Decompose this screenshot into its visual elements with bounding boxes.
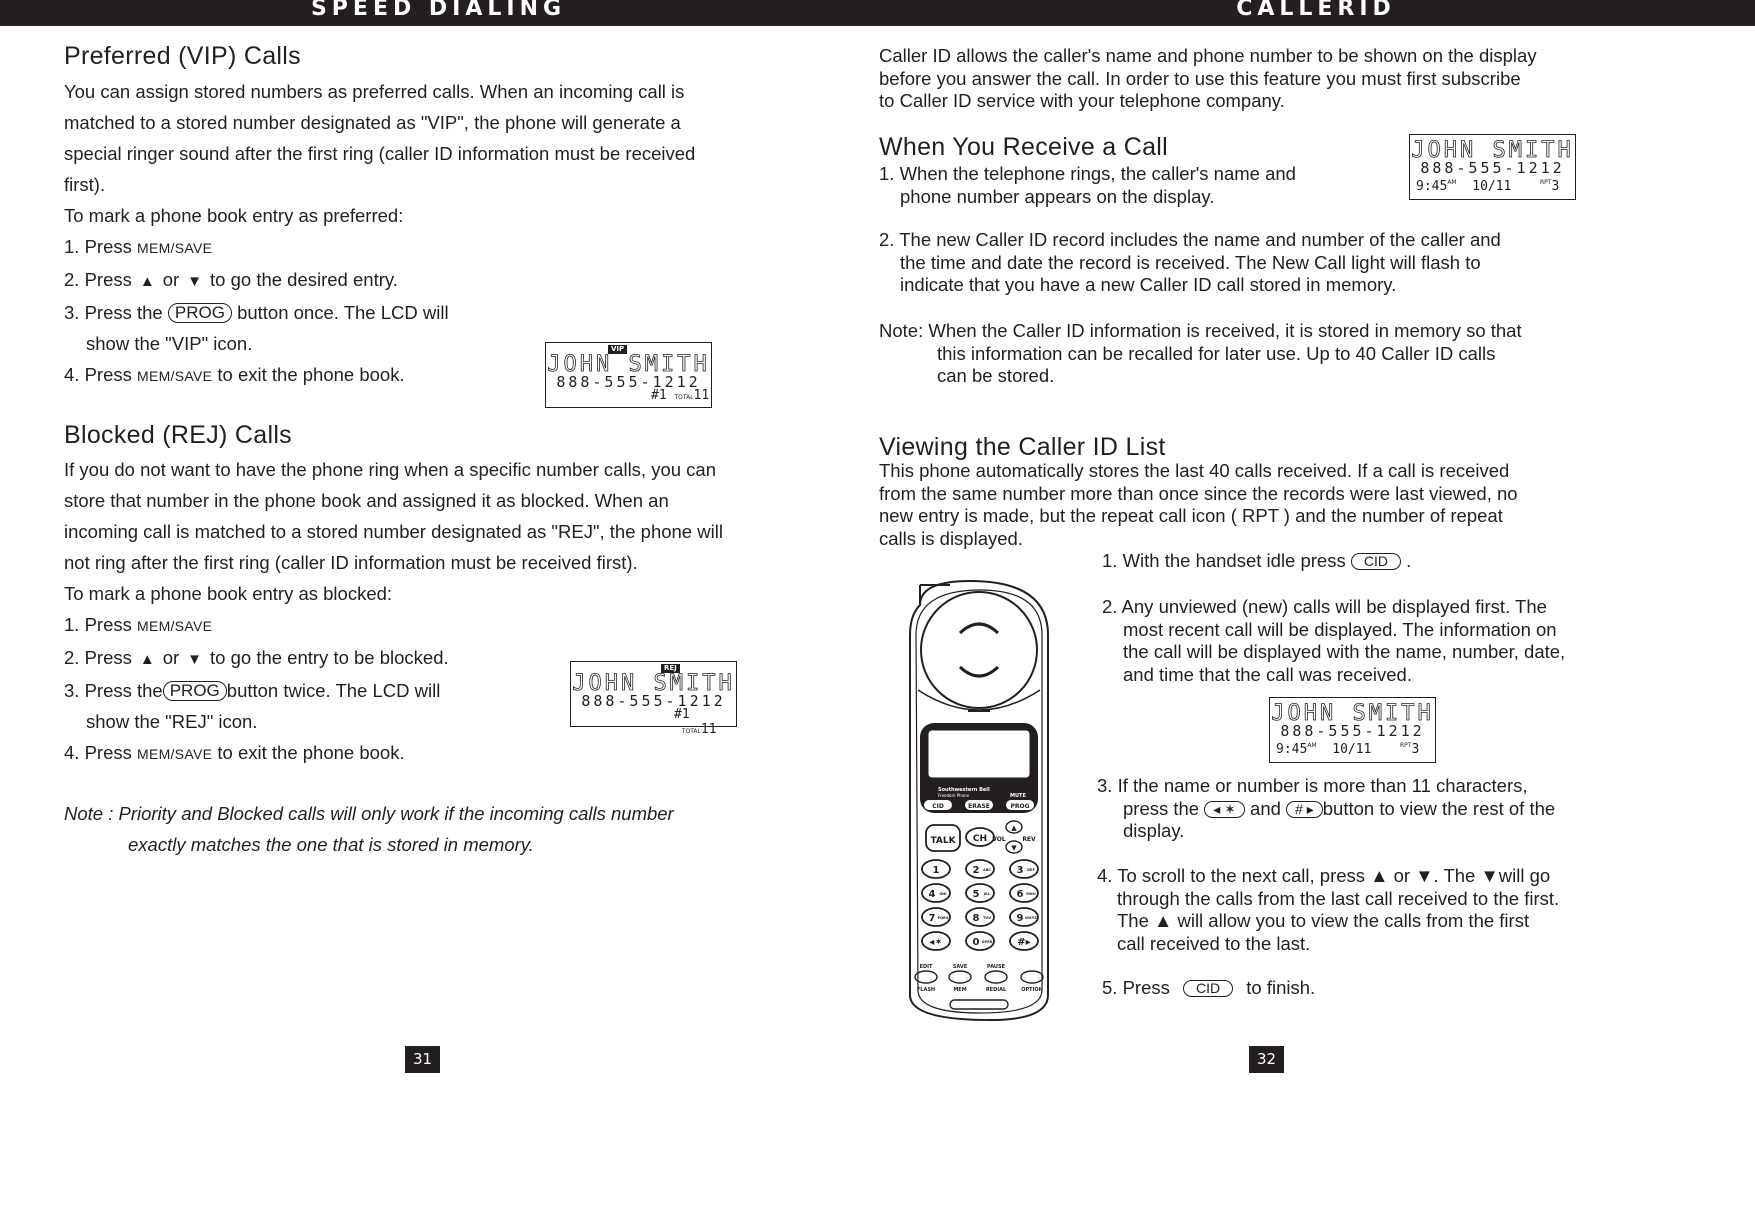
lcd-number: 888-555-1212 xyxy=(1280,722,1425,740)
receive-step-1: 1. When the telephone rings, the caller'… xyxy=(879,163,1296,207)
model-label: Freedom Phone xyxy=(938,793,970,798)
microphone-icon xyxy=(949,999,1009,1010)
keypad-digit: 1 xyxy=(933,865,940,876)
keypad-letters: MNO xyxy=(1026,892,1035,896)
vip-step-1: 1. Press MEM/SAVE xyxy=(64,236,213,257)
keypad-letters: OPER xyxy=(982,940,993,944)
rej-intro: To mark a phone book entry as blocked: xyxy=(64,583,393,604)
function-key-top-label: PAUSE xyxy=(987,964,1006,970)
prog-key: PROG xyxy=(162,681,227,701)
mute-label: MUTE xyxy=(1010,793,1026,799)
keypad-digit: 2 xyxy=(973,865,980,876)
keypad-digit: ◂✶ xyxy=(929,937,942,948)
function-key xyxy=(984,970,1008,984)
lcd-display-rej: REJ JOHN SMITH 888-555-1212 #1 TOTAL11 xyxy=(570,661,737,737)
keypad-letters: PQRS xyxy=(938,916,949,920)
lcd-repeat-count: RPT3 xyxy=(1400,742,1420,757)
keypad-digit: 4 xyxy=(929,889,936,900)
priority-blocked-note: Note : Priority and Blocked calls will o… xyxy=(64,803,674,855)
viewing-description: This phone automatically stores the last… xyxy=(879,460,1518,549)
mem-save-key: MEM/SAVE xyxy=(137,240,213,256)
lcd-time-date: 9:45AM 10/11 xyxy=(1416,179,1512,194)
keypad-letters: DEF xyxy=(1027,868,1035,872)
up-arrow-icon: ▲ xyxy=(139,273,155,290)
keypad-digit: 8 xyxy=(973,913,980,924)
viewing-step-1: 1. With the handset idle press CID . xyxy=(1102,550,1412,571)
cid-key: CID xyxy=(1183,980,1234,997)
talk-label: TALK xyxy=(930,836,956,846)
rej-step-1: 1. Press MEM/SAVE xyxy=(64,614,213,635)
softkey-label: ERASE xyxy=(968,803,990,810)
handset-illustration: Southwestern Bell Freedom Phone MUTE CID… xyxy=(909,579,1049,1022)
viewing-step-2: 2. Any unviewed (new) calls will be disp… xyxy=(1102,596,1566,685)
softkey-label: CID xyxy=(932,803,944,810)
viewing-step-4: 4. To scroll to the next call, press ▲ o… xyxy=(1097,865,1560,954)
lcd-display-list: JOHN SMITH 888-555-1212 9:45AM 10/11 RPT… xyxy=(1269,697,1436,763)
vip-step-2: 2. Press ▲ or ▼ to go the desired entry. xyxy=(64,264,695,297)
lcd-time-date: 9:45AM 10/11 xyxy=(1276,742,1372,757)
display-screen xyxy=(927,729,1031,779)
receive-note: Note: When the Caller ID information is … xyxy=(879,320,1522,386)
caller-id-intro: Caller ID allows the caller's name and p… xyxy=(879,45,1537,111)
function-key-bottom-label: FLASH xyxy=(917,987,935,993)
mem-save-key: MEM/SAVE xyxy=(137,368,213,384)
rej-heading: Blocked (REJ) Calls xyxy=(64,421,292,449)
up-arrow-icon: ▲ xyxy=(1011,824,1017,832)
function-key-bottom-label: MEM xyxy=(953,987,966,993)
section-title-caller-id: CALLERID xyxy=(1236,0,1396,21)
page-number-left: 31 xyxy=(405,1046,440,1073)
down-arrow-icon: ▼ xyxy=(1011,844,1017,852)
lcd-entry-index: #1 TOTAL11 xyxy=(674,707,717,737)
function-key xyxy=(948,970,972,984)
rej-step-4: 4. Press MEM/SAVE to exit the phone book… xyxy=(64,742,405,763)
keypad-letters: JKL xyxy=(983,892,991,896)
section-title-speed-dialing: SPEED DIALING xyxy=(310,0,567,21)
keypad-digit: 0 xyxy=(973,937,980,948)
keypad-letters: GHI xyxy=(939,892,946,896)
down-arrow-icon: ▼ xyxy=(187,273,203,290)
lcd-display-vip: VIP JOHN SMITH 888-555-1212 #1 TOTAL11 xyxy=(545,342,712,408)
vip-step-3: 3. Press the PROG button once. The LCD w… xyxy=(64,302,449,323)
function-key-bottom-label: REDIAL xyxy=(986,987,1007,993)
softkey-label: PROG xyxy=(1010,803,1029,810)
keypad-digit: 5 xyxy=(973,889,980,900)
vip-heading: Preferred (VIP) Calls xyxy=(64,42,301,70)
function-key xyxy=(1020,970,1044,984)
viewing-step-5: 5. Press CID to finish. xyxy=(1102,977,1316,998)
right-hash-key: # ▸ xyxy=(1286,800,1323,818)
earpiece-icon xyxy=(920,591,1038,709)
keypad-digit: 3 xyxy=(1017,865,1024,876)
receive-call-heading: When You Receive a Call xyxy=(879,133,1169,161)
keypad-digit: 7 xyxy=(929,913,936,924)
keypad-digit: #▸ xyxy=(1017,937,1030,948)
lcd-number: 888-555-1212 xyxy=(1420,159,1565,177)
ch-label: CH xyxy=(973,834,987,844)
keypad-digit: 6 xyxy=(1017,889,1024,900)
keypad-letters: ABC xyxy=(983,868,991,872)
left-star-key: ◂ ✶ xyxy=(1204,800,1245,818)
rev-label: REV xyxy=(1022,836,1036,843)
mem-save-key: MEM/SAVE xyxy=(137,746,213,762)
page-number-right: 32 xyxy=(1249,1046,1284,1073)
function-key-bottom-label: OPTION xyxy=(1021,987,1043,993)
viewing-step-3: 3. If the name or number is more than 11… xyxy=(1097,775,1556,841)
cid-key: CID xyxy=(1350,553,1401,570)
prog-key: PROG xyxy=(167,303,232,323)
up-arrow-icon: ▲ xyxy=(139,651,155,668)
function-key-top-label: SAVE xyxy=(953,964,968,970)
keypad-letters: TUV xyxy=(983,916,991,920)
receive-step-2: 2. The new Caller ID record includes the… xyxy=(879,229,1501,295)
lcd-display-incoming: JOHN SMITH 888-555-1212 9:45AM 10/11 RPT… xyxy=(1409,134,1576,200)
keypad-letters: WXYZ xyxy=(1025,916,1037,920)
vip-intro: To mark a phone book entry as preferred: xyxy=(64,205,404,226)
mem-save-key: MEM/SAVE xyxy=(137,618,213,634)
down-arrow-icon: ▼ xyxy=(187,651,203,668)
vol-label: VOL xyxy=(992,836,1006,843)
function-key-top-label: EDIT xyxy=(920,964,933,970)
viewing-list-heading: Viewing the Caller ID List xyxy=(879,433,1166,461)
lcd-repeat-count: RPT3 xyxy=(1540,179,1560,194)
keypad-digit: 9 xyxy=(1017,913,1024,924)
lcd-entry-index: #1 TOTAL11 xyxy=(651,388,710,403)
